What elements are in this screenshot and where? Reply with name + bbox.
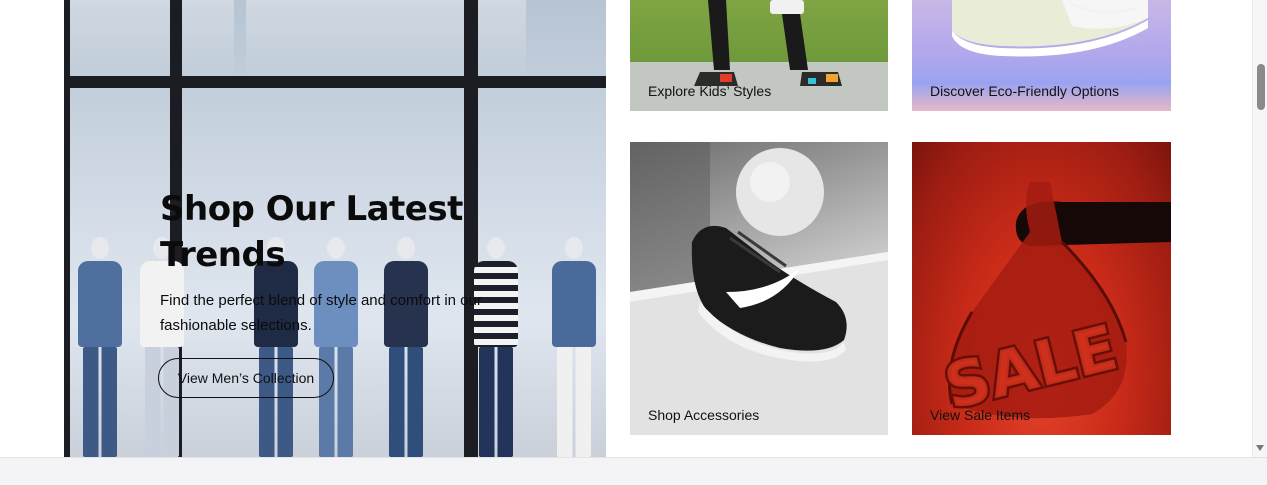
black-sneaker-image [630,142,888,435]
tile-kids-styles[interactable]: Explore Kids’ Styles [630,0,888,111]
tile-label: Explore Kids’ Styles [648,83,772,99]
page-scrollbar[interactable] [1252,0,1267,457]
page: Shop Our Latest Trends Find the perfect … [0,0,1252,457]
sale-bag-image: SALE SALE [935,182,1171,426]
tile-accessories[interactable]: Shop Accessories [630,142,888,435]
mannequin [552,237,596,457]
hero-content: Shop Our Latest Trends Find the perfect … [158,186,510,398]
tile-sale-items[interactable]: SALE SALE View Sale Items [912,142,1171,435]
hero-banner: Shop Our Latest Trends Find the perfect … [64,0,606,457]
window-frame [64,76,606,88]
scroll-down-arrow-icon[interactable] [1256,445,1264,451]
window-pane [246,0,526,80]
hero-subtitle: Find the perfect blend of style and comf… [160,292,482,334]
tile-label: View Sale Items [930,407,1031,423]
scrollbar-thumb[interactable] [1257,64,1265,110]
mannequin [78,237,122,457]
window-frame [64,0,70,457]
hero-title: Shop Our Latest Trends [160,189,463,275]
view-mens-collection-button[interactable]: View Men’s Collection [158,358,334,398]
tile-label: Shop Accessories [648,407,760,423]
bottom-strip [0,457,1267,485]
tile-eco-friendly[interactable]: Discover Eco-Friendly Options [912,0,1171,111]
window-pane [64,0,234,80]
tile-label: Discover Eco-Friendly Options [930,83,1120,99]
